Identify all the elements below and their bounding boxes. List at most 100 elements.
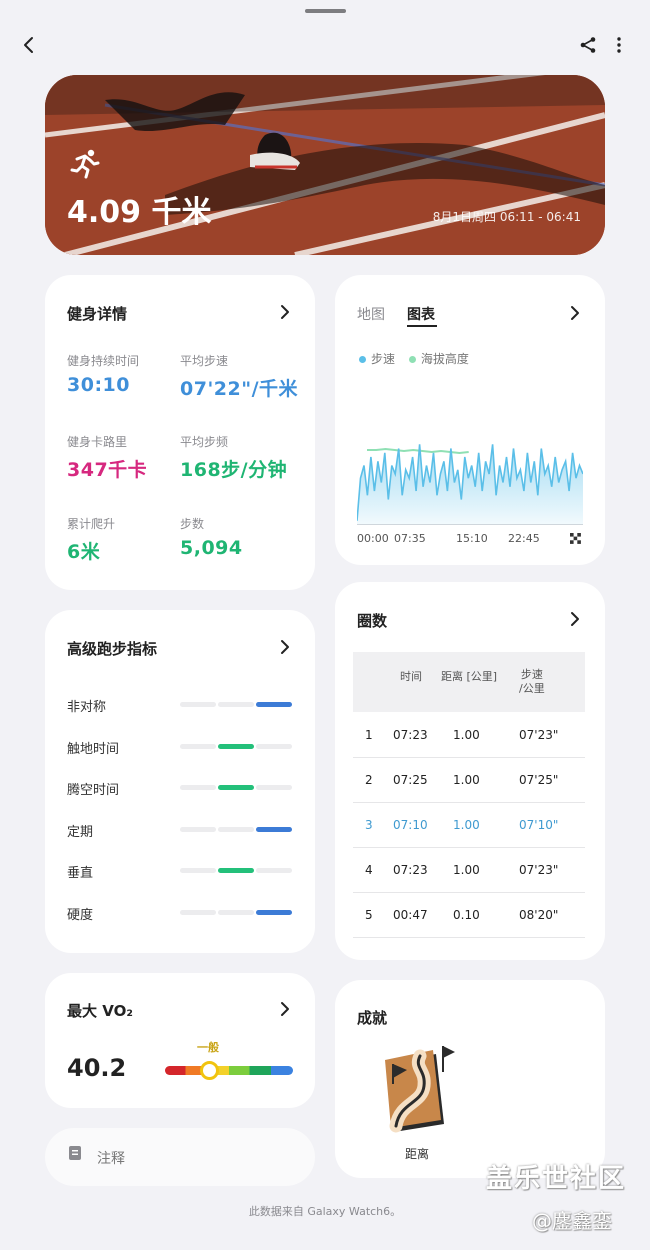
metric-row[interactable]: 垂直 bbox=[67, 860, 293, 881]
metric-row[interactable]: 腾空时间 bbox=[67, 777, 293, 798]
drag-handle[interactable] bbox=[305, 9, 346, 13]
stat-label: 步数 bbox=[180, 517, 205, 531]
chart-x-axis: 00:00 07:35 15:10 22:45 bbox=[357, 532, 583, 548]
lap-time: 07:23 bbox=[393, 728, 428, 742]
lap-row[interactable]: 5 00:47 0.10 08'20" bbox=[353, 892, 585, 938]
metric-level-segment bbox=[180, 743, 216, 749]
chevron-right-icon[interactable] bbox=[566, 610, 584, 628]
metric-level-segment bbox=[180, 909, 216, 915]
metric-name: 硬度 bbox=[67, 907, 94, 923]
stat-label: 平均步速 bbox=[180, 354, 229, 368]
vo2-value: 40.2 bbox=[67, 1054, 127, 1082]
badge-label: 距离 bbox=[405, 1147, 430, 1161]
altitude-legend-dot bbox=[408, 356, 416, 363]
tab-chart[interactable]: 图表 bbox=[407, 304, 435, 324]
x-tick: 07:35 bbox=[394, 532, 426, 545]
stat-value: 6米 bbox=[67, 541, 101, 563]
header-pace: 步速 /公里 bbox=[519, 668, 545, 695]
chevron-right-icon[interactable] bbox=[276, 638, 294, 656]
laps-title: 圈数 bbox=[357, 612, 388, 630]
pace-altitude-chart bbox=[357, 444, 583, 525]
metric-level-segment bbox=[180, 826, 216, 832]
lap-time: 07:25 bbox=[393, 773, 428, 787]
lap-row[interactable]: 1 07:23 1.00 07'23" bbox=[353, 712, 585, 758]
stat-label: 健身持续时间 bbox=[67, 354, 140, 368]
distance-badge-icon[interactable] bbox=[380, 1042, 462, 1134]
vo2-title: 最大 VO₂ bbox=[67, 1002, 133, 1020]
stat-value: 5,094 bbox=[180, 537, 243, 559]
chevron-right-icon[interactable] bbox=[276, 1000, 294, 1018]
achievements-title: 成就 bbox=[357, 1009, 388, 1027]
lap-pace: 07'23" bbox=[519, 728, 559, 742]
lap-dist: 1.00 bbox=[453, 818, 480, 832]
lap-row[interactable]: 3 07:10 1.00 07'10" bbox=[353, 802, 585, 848]
lap-time: 07:23 bbox=[393, 863, 428, 877]
note-icon bbox=[69, 1146, 81, 1160]
stat-label: 平均步频 bbox=[180, 435, 229, 449]
tab-map[interactable]: 地图 bbox=[357, 304, 385, 324]
metric-row[interactable]: 非对称 bbox=[67, 694, 293, 715]
note-label: 注释 bbox=[97, 1151, 125, 1167]
legend-altitude: 海拔高度 bbox=[420, 352, 469, 366]
metric-row[interactable]: 硬度 bbox=[67, 902, 293, 923]
lap-pace: 07'25" bbox=[519, 773, 559, 787]
lap-n: 5 bbox=[365, 908, 373, 922]
watermark-community: 盖乐世社区 bbox=[486, 1164, 627, 1194]
metric-level-segment bbox=[180, 702, 216, 707]
vo2-level-marker bbox=[199, 1061, 219, 1080]
metric-level-segment bbox=[256, 826, 292, 832]
lap-time: 07:10 bbox=[393, 818, 428, 832]
pace-legend-dot bbox=[359, 356, 366, 363]
vo2-level-label: 一般 bbox=[197, 1041, 219, 1054]
watermark-user: @鏖鑫銮 bbox=[532, 1209, 612, 1233]
lap-row[interactable]: 2 07:25 1.00 07'25" bbox=[353, 757, 585, 803]
laps-card[interactable]: 圈数 时间 距离 [公里] 步速 /公里 1 07:23 1.00 07'23" 2 07… bbox=[335, 582, 605, 960]
fitness-details-title: 健身详情 bbox=[67, 305, 128, 323]
note-field[interactable]: 注释 bbox=[45, 1128, 315, 1186]
lap-row[interactable]: 4 07:23 1.00 07'23" bbox=[353, 847, 585, 893]
workout-chart-card: 地图 图表 步速 海拔高度 00:00 07:35 15:10 22:45 bbox=[335, 275, 605, 565]
altitude-series-line bbox=[367, 447, 469, 455]
vo2-max-card[interactable]: 最大 VO₂ 40.2 一般 bbox=[45, 973, 315, 1108]
achievements-card[interactable]: 成就 距离 bbox=[335, 980, 605, 1178]
metric-row[interactable]: 定期 bbox=[67, 819, 293, 840]
metric-name: 非对称 bbox=[67, 700, 107, 715]
metric-row[interactable]: 触地时间 bbox=[67, 736, 293, 757]
lap-pace: 07'10" bbox=[519, 818, 559, 832]
share-button[interactable] bbox=[573, 30, 603, 60]
metric-level-segment bbox=[218, 702, 254, 707]
metric-level-segment bbox=[218, 826, 254, 832]
metric-name: 腾空时间 bbox=[67, 783, 120, 798]
chevron-right-icon[interactable] bbox=[566, 304, 584, 322]
chevron-right-icon[interactable] bbox=[276, 303, 294, 321]
lap-n: 2 bbox=[365, 773, 373, 787]
metric-level-segment bbox=[256, 743, 292, 749]
advanced-running-metrics-card[interactable]: 高级跑步指标 非对称 触地时间 腾空时间 定期 垂直 硬度 bbox=[45, 610, 315, 953]
workout-hero-banner: 4.09 千米 8月1日周四 06:11 - 06:41 bbox=[45, 75, 605, 255]
back-arrow-icon bbox=[24, 37, 33, 53]
lap-dist: 1.00 bbox=[453, 863, 480, 877]
lap-n: 3 bbox=[365, 818, 373, 832]
share-icon bbox=[580, 37, 596, 53]
metric-level-segment bbox=[218, 743, 254, 749]
laps-table-header: 时间 距离 [公里] 步速 /公里 bbox=[353, 652, 585, 712]
lap-pace: 07'23" bbox=[519, 863, 559, 877]
active-tab-indicator bbox=[407, 325, 437, 327]
x-tick: 22:45 bbox=[508, 532, 540, 545]
lap-dist: 0.10 bbox=[453, 908, 480, 922]
chart-legend: 步速 海拔高度 bbox=[359, 350, 469, 367]
lap-pace: 08'20" bbox=[519, 908, 559, 922]
lap-n: 1 bbox=[365, 728, 373, 742]
metric-level-segment bbox=[256, 785, 292, 790]
lap-dist: 1.00 bbox=[453, 773, 480, 787]
metric-name: 垂直 bbox=[67, 866, 94, 881]
metric-level-segment bbox=[256, 868, 292, 873]
vo2-level-gauge bbox=[165, 1061, 293, 1080]
stat-value: 30:10 bbox=[67, 374, 130, 396]
fitness-details-card[interactable]: 健身详情 健身持续时间 30:10 平均步速 07'22"/千米 健身卡路里 347千卡 平… bbox=[45, 275, 315, 590]
back-button[interactable] bbox=[14, 30, 44, 60]
more-options-button[interactable] bbox=[604, 30, 634, 60]
metric-level-segment bbox=[218, 909, 254, 915]
metric-name: 触地时间 bbox=[67, 741, 120, 757]
more-vertical-icon bbox=[617, 37, 621, 53]
